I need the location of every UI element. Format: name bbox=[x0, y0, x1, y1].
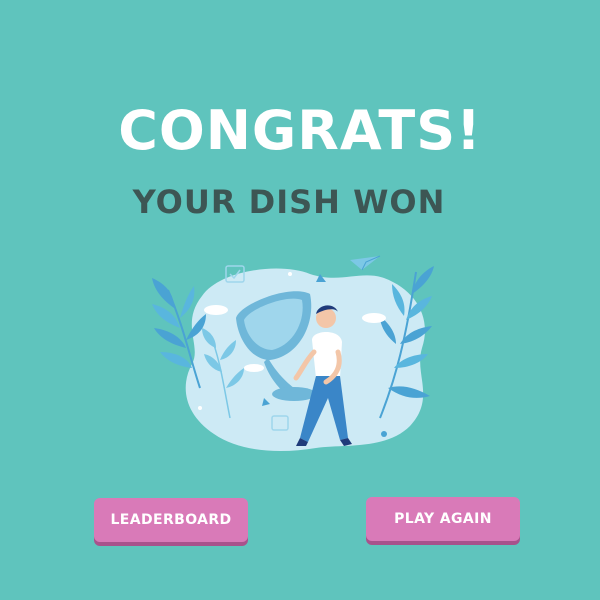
play-again-button[interactable]: PLAY AGAIN bbox=[366, 497, 520, 541]
leaderboard-button-label: LEADERBOARD bbox=[110, 512, 232, 528]
leaderboard-button[interactable]: LEADERBOARD bbox=[94, 498, 248, 542]
result-subheading: YOUR DISH WON bbox=[132, 183, 446, 221]
play-again-button-label: PLAY AGAIN bbox=[394, 511, 492, 527]
trophy-winner-illustration bbox=[140, 248, 450, 458]
congrats-heading: CONGRATS! bbox=[118, 99, 482, 162]
trophy-winner-icon bbox=[152, 255, 434, 452]
